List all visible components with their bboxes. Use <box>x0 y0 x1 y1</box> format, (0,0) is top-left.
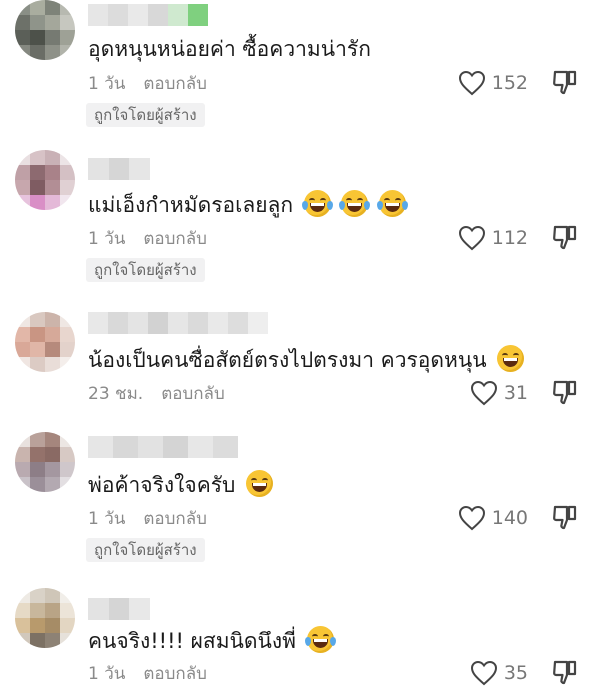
comment-time: 23 ชม. <box>88 384 144 404</box>
comment-meta: 1 วัน ตอบกลับ <box>88 663 207 685</box>
like-button[interactable]: 35 <box>470 660 528 686</box>
username-blurred[interactable] <box>88 312 268 334</box>
heart-icon <box>458 225 485 251</box>
like-count: 152 <box>491 72 528 94</box>
reply-button[interactable]: ตอบกลับ <box>143 229 207 249</box>
creator-liked-badge: ถูกใจโดยผู้สร้าง <box>86 103 205 127</box>
heart-icon <box>470 380 497 406</box>
dislike-icon[interactable] <box>552 659 578 685</box>
comment-text: อุดหนุนหน่อยค่า ซื้อความน่ารัก <box>88 37 371 61</box>
grin-emoji <box>497 345 525 372</box>
username-blurred[interactable] <box>88 158 151 180</box>
avatar[interactable] <box>15 312 75 372</box>
joy-emoji <box>377 190 409 217</box>
comment-time: 1 วัน <box>88 664 126 684</box>
username-blurred[interactable] <box>88 4 208 26</box>
comment-time: 1 วัน <box>88 74 126 94</box>
dislike-icon[interactable] <box>552 69 578 95</box>
comment-text: คนจริง!!!! ผสมนิดนึงพี่ <box>88 626 336 656</box>
avatar[interactable] <box>15 432 75 492</box>
avatar[interactable] <box>15 0 75 60</box>
joy-emoji <box>304 626 336 653</box>
like-count: 112 <box>491 227 528 249</box>
comment-text: พ่อค้าจริงใจครับ <box>88 470 274 500</box>
comment-text: น้องเป็นคนซื่อสัตย์ตรงไปตรงมา ควรอุดหนุน <box>88 345 525 375</box>
like-count: 31 <box>503 382 528 404</box>
creator-liked-badge: ถูกใจโดยผู้สร้าง <box>86 258 205 282</box>
reply-button[interactable]: ตอบกลับ <box>143 74 207 94</box>
comment-meta: 1 วัน ตอบกลับ <box>88 508 207 530</box>
creator-liked-badge: ถูกใจโดยผู้สร้าง <box>86 538 205 562</box>
heart-icon <box>458 70 485 96</box>
like-button[interactable]: 152 <box>458 70 528 96</box>
heart-icon <box>470 660 497 686</box>
like-count: 35 <box>503 662 528 684</box>
comment-text: แม่เอ็งกำหมัดรอเลยลูก <box>88 190 409 220</box>
joy-emoji <box>339 190 371 217</box>
dislike-icon[interactable] <box>552 224 578 250</box>
grin-emoji <box>246 470 274 497</box>
avatar[interactable] <box>15 150 75 210</box>
like-count: 140 <box>491 507 528 529</box>
comment-time: 1 วัน <box>88 509 126 529</box>
avatar[interactable] <box>15 588 75 648</box>
username-blurred[interactable] <box>88 436 238 458</box>
reply-button[interactable]: ตอบกลับ <box>143 664 207 684</box>
like-button[interactable]: 112 <box>458 225 528 251</box>
reply-button[interactable]: ตอบกลับ <box>143 509 207 529</box>
reply-button[interactable]: ตอบกลับ <box>161 384 225 404</box>
dislike-icon[interactable] <box>552 379 578 405</box>
like-button[interactable]: 31 <box>470 380 528 406</box>
heart-icon <box>458 505 485 531</box>
like-button[interactable]: 140 <box>458 505 528 531</box>
username-blurred[interactable] <box>88 598 151 620</box>
comment-meta: 1 วัน ตอบกลับ <box>88 73 207 95</box>
comment-meta: 23 ชม. ตอบกลับ <box>88 383 225 405</box>
joy-emoji <box>301 190 333 217</box>
comment-meta: 1 วัน ตอบกลับ <box>88 228 207 250</box>
comment-time: 1 วัน <box>88 229 126 249</box>
dislike-icon[interactable] <box>552 504 578 530</box>
